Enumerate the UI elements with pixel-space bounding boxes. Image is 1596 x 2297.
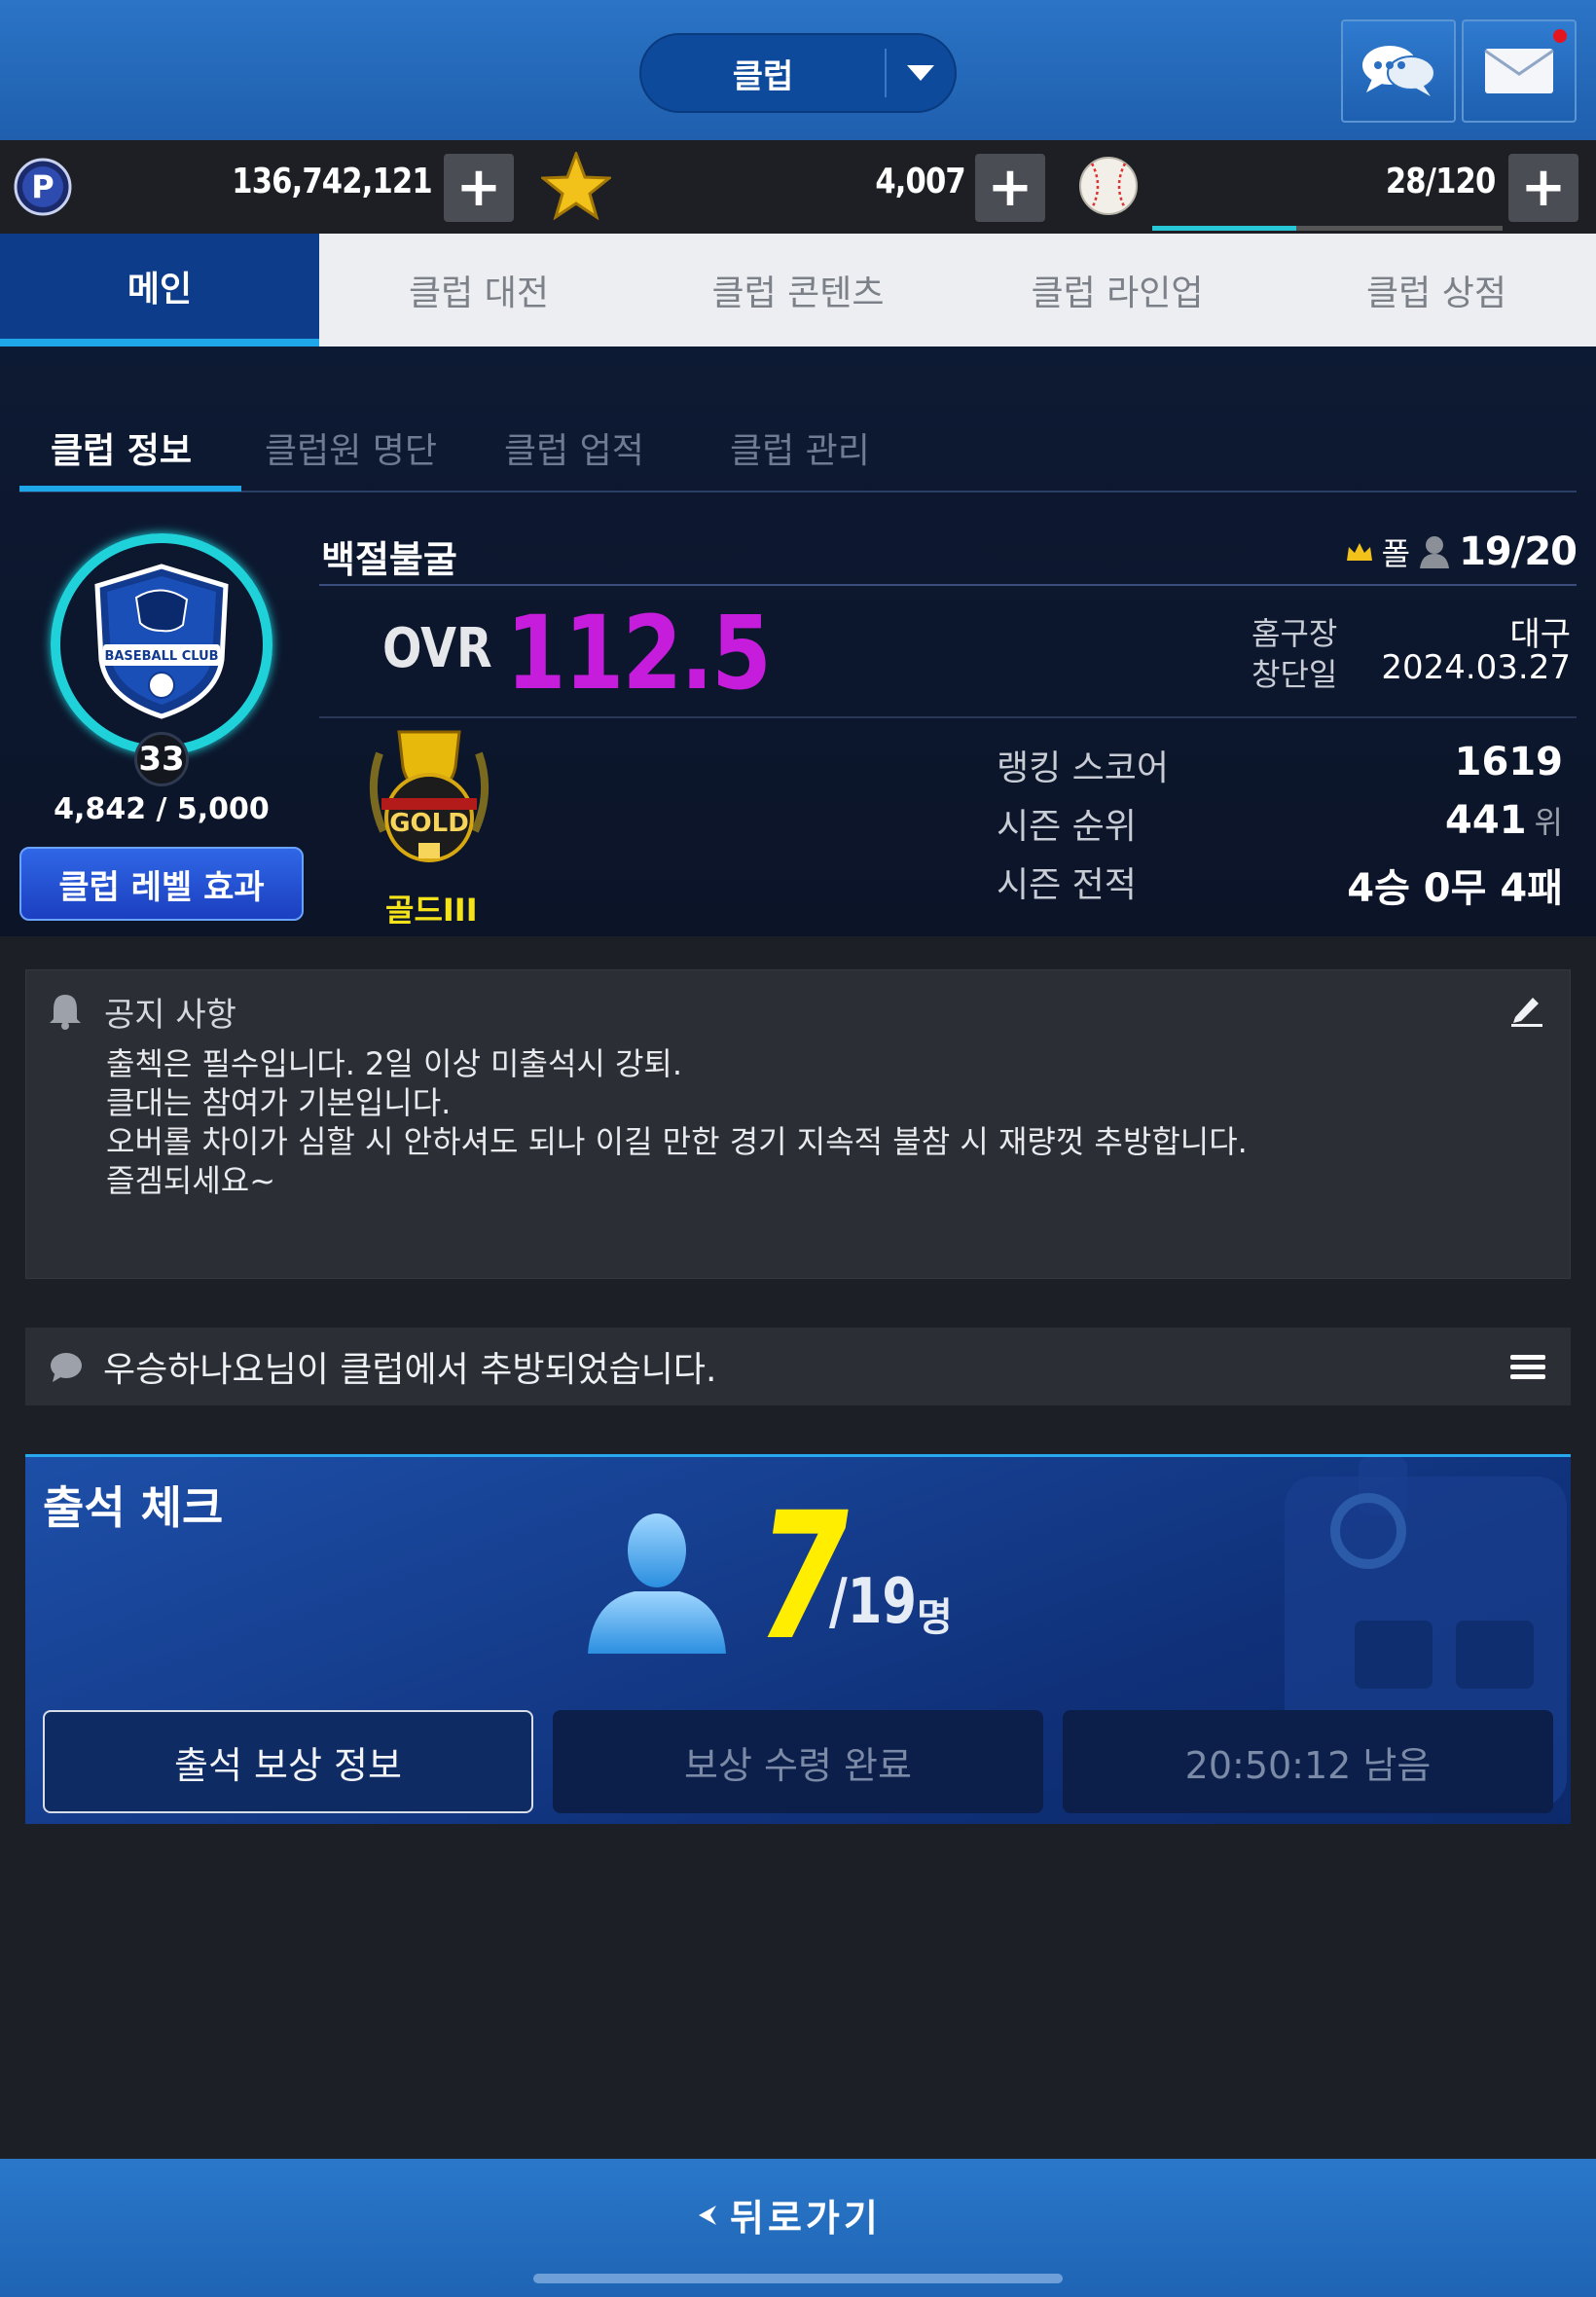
club-info-panel: 클럽 정보 클럽원 명단 클럽 업적 클럽 관리 BASEBALL CLUB 3… bbox=[0, 346, 1596, 936]
currency-bar: P 136,742,121 + 4,007 + 28/120 + bbox=[0, 140, 1596, 249]
star-icon bbox=[541, 152, 611, 220]
stamina-bar bbox=[1152, 226, 1503, 231]
attendance-total: /19 bbox=[829, 1566, 917, 1638]
club-level-badge: 33 bbox=[134, 732, 189, 786]
envelope-icon bbox=[1484, 49, 1554, 93]
back-label: 뒤로가기 bbox=[730, 2197, 882, 2240]
season-rank-value: 441 bbox=[1445, 798, 1527, 843]
founded-value: 2024.03.27 bbox=[1381, 648, 1571, 687]
menu-icon[interactable] bbox=[1508, 1351, 1547, 1382]
gold-tier-badge-icon: GOLD bbox=[369, 730, 490, 862]
chat-icon bbox=[1362, 46, 1435, 96]
club-emblem-icon: BASEBALL CLUB bbox=[94, 564, 229, 719]
divider bbox=[319, 584, 1577, 586]
notice-line: 오버롤 차이가 심할 시 안하셔도 되나 이길 만한 경기 지속적 불참 시 재… bbox=[106, 1123, 1248, 1160]
club-feed[interactable]: 우승하나요님이 클럽에서 추방되었습니다. bbox=[25, 1328, 1571, 1405]
edit-icon[interactable] bbox=[1509, 992, 1544, 1027]
sub-tabs: 클럽 정보 클럽원 명단 클럽 업적 클럽 관리 bbox=[19, 405, 1577, 492]
menu-dropdown[interactable]: 클럽 bbox=[639, 33, 957, 113]
svg-text:P: P bbox=[31, 168, 54, 205]
points-value: 136,742,121 bbox=[232, 162, 432, 201]
tier-badge-text: GOLD bbox=[389, 809, 469, 838]
tab-club-shop[interactable]: 클럽 상점 bbox=[1277, 234, 1596, 346]
dropdown-label: 클럽 bbox=[732, 56, 794, 96]
club-level-effect-button[interactable]: 클럽 레벨 효과 bbox=[19, 847, 304, 921]
club-exp: 4,842 / 5,000 bbox=[54, 792, 270, 826]
home-stadium-label: 홈구장 bbox=[1251, 615, 1338, 652]
crown-icon bbox=[1346, 543, 1372, 561]
chat-bubble-icon bbox=[51, 1353, 82, 1382]
club-leader: 폴 bbox=[1381, 535, 1411, 572]
emblem-text: BASEBALL CLUB bbox=[104, 649, 218, 664]
club-members: 폴 19/20 bbox=[1345, 529, 1578, 574]
club-name: 백절불굴 bbox=[321, 538, 457, 581]
time-remaining-button[interactable]: 20:50:12 남음 bbox=[1063, 1710, 1553, 1813]
back-button[interactable]: 뒤로가기 bbox=[697, 2188, 882, 2242]
tier-label: 골드III bbox=[385, 892, 478, 929]
mail-button[interactable] bbox=[1462, 19, 1577, 123]
notice-board: 공지 사항 출첵은 필수입니다. 2일 이상 미출석시 강퇴. 클대는 참여가 … bbox=[25, 969, 1571, 1279]
member-icon bbox=[1420, 536, 1450, 568]
bottom-bar: 뒤로가기 bbox=[0, 2159, 1596, 2297]
main-tabs: 메인 클럽 대전 클럽 콘텐츠 클럽 라인업 클럽 상점 bbox=[0, 234, 1596, 346]
add-stars-button[interactable]: + bbox=[975, 154, 1045, 222]
stamina-bar-fill bbox=[1152, 226, 1296, 231]
stars-value: 4,007 bbox=[875, 162, 965, 201]
season-rank: 441 위 bbox=[1445, 798, 1563, 843]
attendance-title: 출석 체크 bbox=[43, 1481, 224, 1534]
back-arrow-icon bbox=[699, 2205, 716, 2225]
divider bbox=[319, 716, 1577, 718]
founded-label: 창단일 bbox=[1251, 656, 1338, 693]
add-stamina-button[interactable]: + bbox=[1508, 154, 1578, 222]
tab-main[interactable]: 메인 bbox=[0, 234, 319, 346]
attendance-reward-info-button[interactable]: 출석 보상 정보 bbox=[43, 1710, 533, 1813]
tab-club-contents[interactable]: 클럽 콘텐츠 bbox=[638, 234, 958, 346]
points-coin-icon: P bbox=[14, 158, 72, 216]
feed-message: 우승하나요님이 클럽에서 추방되었습니다. bbox=[103, 1350, 717, 1390]
attendance-unit: 명 bbox=[917, 1595, 953, 1640]
season-record-value: 4승 0무 4패 bbox=[1347, 866, 1563, 911]
subtab-achievements[interactable]: 클럽 업적 bbox=[504, 422, 644, 473]
chat-button[interactable] bbox=[1341, 19, 1456, 123]
member-count: 19/20 bbox=[1459, 529, 1578, 574]
add-points-button[interactable]: + bbox=[444, 154, 514, 222]
ovr-value: 112.5 bbox=[506, 594, 772, 712]
notice-line: 클대는 참여가 기본입니다. bbox=[106, 1084, 452, 1121]
ranking-score-label: 랭킹 스코어 bbox=[997, 748, 1170, 788]
bell-icon bbox=[50, 995, 81, 1030]
notification-dot bbox=[1553, 29, 1567, 43]
notice-line: 출첵은 필수입니다. 2일 이상 미출석시 강퇴. bbox=[106, 1045, 683, 1082]
notice-line: 즐겜되세요~ bbox=[106, 1162, 276, 1199]
subtab-management[interactable]: 클럽 관리 bbox=[730, 422, 870, 473]
season-record-label: 시즌 전적 bbox=[997, 865, 1137, 905]
subtab-member-list[interactable]: 클럽원 명단 bbox=[265, 422, 437, 473]
notice-title: 공지 사항 bbox=[104, 996, 236, 1035]
season-rank-unit: 위 bbox=[1534, 804, 1563, 841]
subtab-club-info[interactable]: 클럽 정보 bbox=[51, 422, 192, 473]
attendance-panel: 출석 체크 7 /19 명 출석 보상 정보 보상 수령 완료 20:50:12… bbox=[25, 1454, 1571, 1824]
ovr-label: OVR bbox=[382, 617, 492, 680]
ranking-score-value: 1619 bbox=[1454, 740, 1563, 784]
active-subtab-indicator bbox=[19, 486, 241, 492]
chevron-down-icon bbox=[887, 63, 955, 83]
notice-body: 출첵은 필수입니다. 2일 이상 미출석시 강퇴. 클대는 참여가 기본입니다.… bbox=[106, 1044, 1248, 1200]
home-indicator[interactable] bbox=[533, 2274, 1063, 2283]
stamina-value: 28/120 bbox=[1385, 162, 1495, 201]
top-bar: 클럽 bbox=[0, 0, 1596, 140]
person-icon bbox=[588, 1513, 726, 1654]
baseball-icon bbox=[1079, 157, 1138, 215]
tab-club-lineup[interactable]: 클럽 라인업 bbox=[958, 234, 1277, 346]
tab-club-battle[interactable]: 클럽 대전 bbox=[319, 234, 638, 346]
season-rank-label: 시즌 순위 bbox=[997, 807, 1137, 847]
reward-claimed-button[interactable]: 보상 수령 완료 bbox=[553, 1710, 1043, 1813]
